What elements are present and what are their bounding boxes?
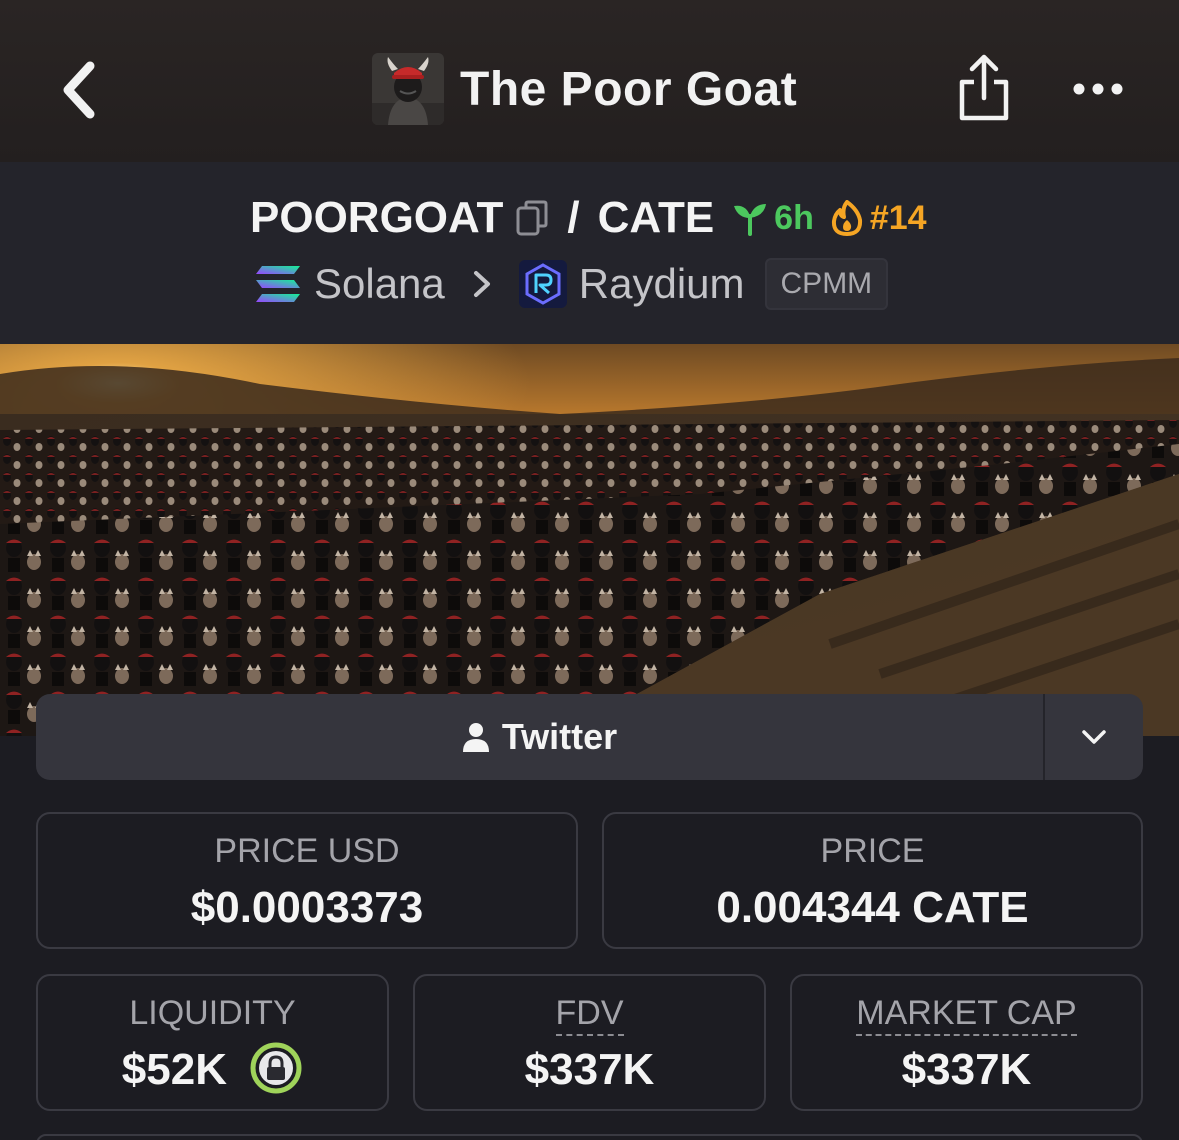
social-dropdown-button[interactable] — [1045, 694, 1143, 780]
base-token-symbol: POORGOAT — [250, 193, 504, 242]
back-button[interactable] — [56, 58, 104, 122]
more-options-button[interactable] — [1068, 72, 1128, 106]
solana-icon — [256, 266, 300, 302]
chain-link[interactable]: Solana — [314, 260, 445, 308]
chevron-down-icon — [1082, 730, 1106, 744]
copy-icon[interactable] — [515, 199, 549, 237]
twitter-label: Twitter — [501, 716, 618, 757]
page-title: The Poor Goat — [460, 62, 798, 116]
price-usd-value: $0.0003373 — [190, 883, 424, 932]
liquidity-value-row: $52K — [38, 1042, 387, 1095]
social-links-bar: Twitter — [36, 694, 1143, 780]
liquidity-label: LIQUIDITY — [129, 994, 296, 1032]
flame-icon — [831, 200, 862, 236]
chevron-right-icon — [473, 271, 490, 297]
user-icon — [462, 723, 489, 752]
pair-separator: / — [567, 193, 580, 242]
fdv-value: $337K — [524, 1045, 655, 1094]
twitter-button[interactable]: Twitter — [36, 694, 1043, 780]
market-cap-label[interactable]: MARKET CAP — [856, 994, 1077, 1036]
quote-token-symbol: CATE — [597, 193, 715, 242]
more-dots-icon — [1073, 83, 1123, 95]
trending-rank[interactable]: #14 — [870, 199, 927, 238]
share-button[interactable] — [954, 52, 1014, 124]
fdv-label[interactable]: FDV — [555, 994, 624, 1036]
top-nav-bar: The Poor Goat — [0, 0, 1179, 162]
chevron-left-icon — [63, 61, 95, 119]
price-usd-label: PRICE USD — [214, 832, 400, 870]
price-native-card: PRICE 0.004344 CATE — [602, 812, 1143, 949]
lock-icon[interactable] — [249, 1041, 303, 1095]
price-usd-card: PRICE USD $0.0003373 — [36, 812, 578, 949]
market-cap-value: $337K — [901, 1045, 1032, 1094]
pair-symbol-row: POORGOAT / CATE 6h #14 — [250, 190, 927, 246]
dex-link[interactable]: Raydium — [579, 260, 745, 308]
raydium-icon — [518, 260, 567, 308]
dex-type-badge: CPMM — [764, 258, 889, 310]
share-icon — [959, 54, 1009, 121]
liquidity-value: $52K — [121, 1045, 227, 1094]
fdv-card: FDV $337K — [413, 974, 766, 1111]
pair-age: 6h — [774, 198, 814, 237]
sprout-icon — [734, 204, 767, 236]
price-native-value: 0.004344 CATE — [716, 883, 1029, 932]
next-stats-row — [36, 1134, 1143, 1140]
liquidity-card: LIQUIDITY $52K — [36, 974, 389, 1111]
pair-header: POORGOAT / CATE 6h #14 Solana Raydium CP… — [0, 162, 1179, 344]
price-native-label: PRICE — [820, 832, 925, 870]
token-title: The Poor Goat — [372, 52, 797, 126]
token-avatar — [372, 53, 444, 125]
token-banner-image — [0, 344, 1179, 736]
market-cap-card: MARKET CAP $337K — [790, 974, 1143, 1111]
chain-dex-row: Solana Raydium CPMM — [254, 254, 889, 314]
